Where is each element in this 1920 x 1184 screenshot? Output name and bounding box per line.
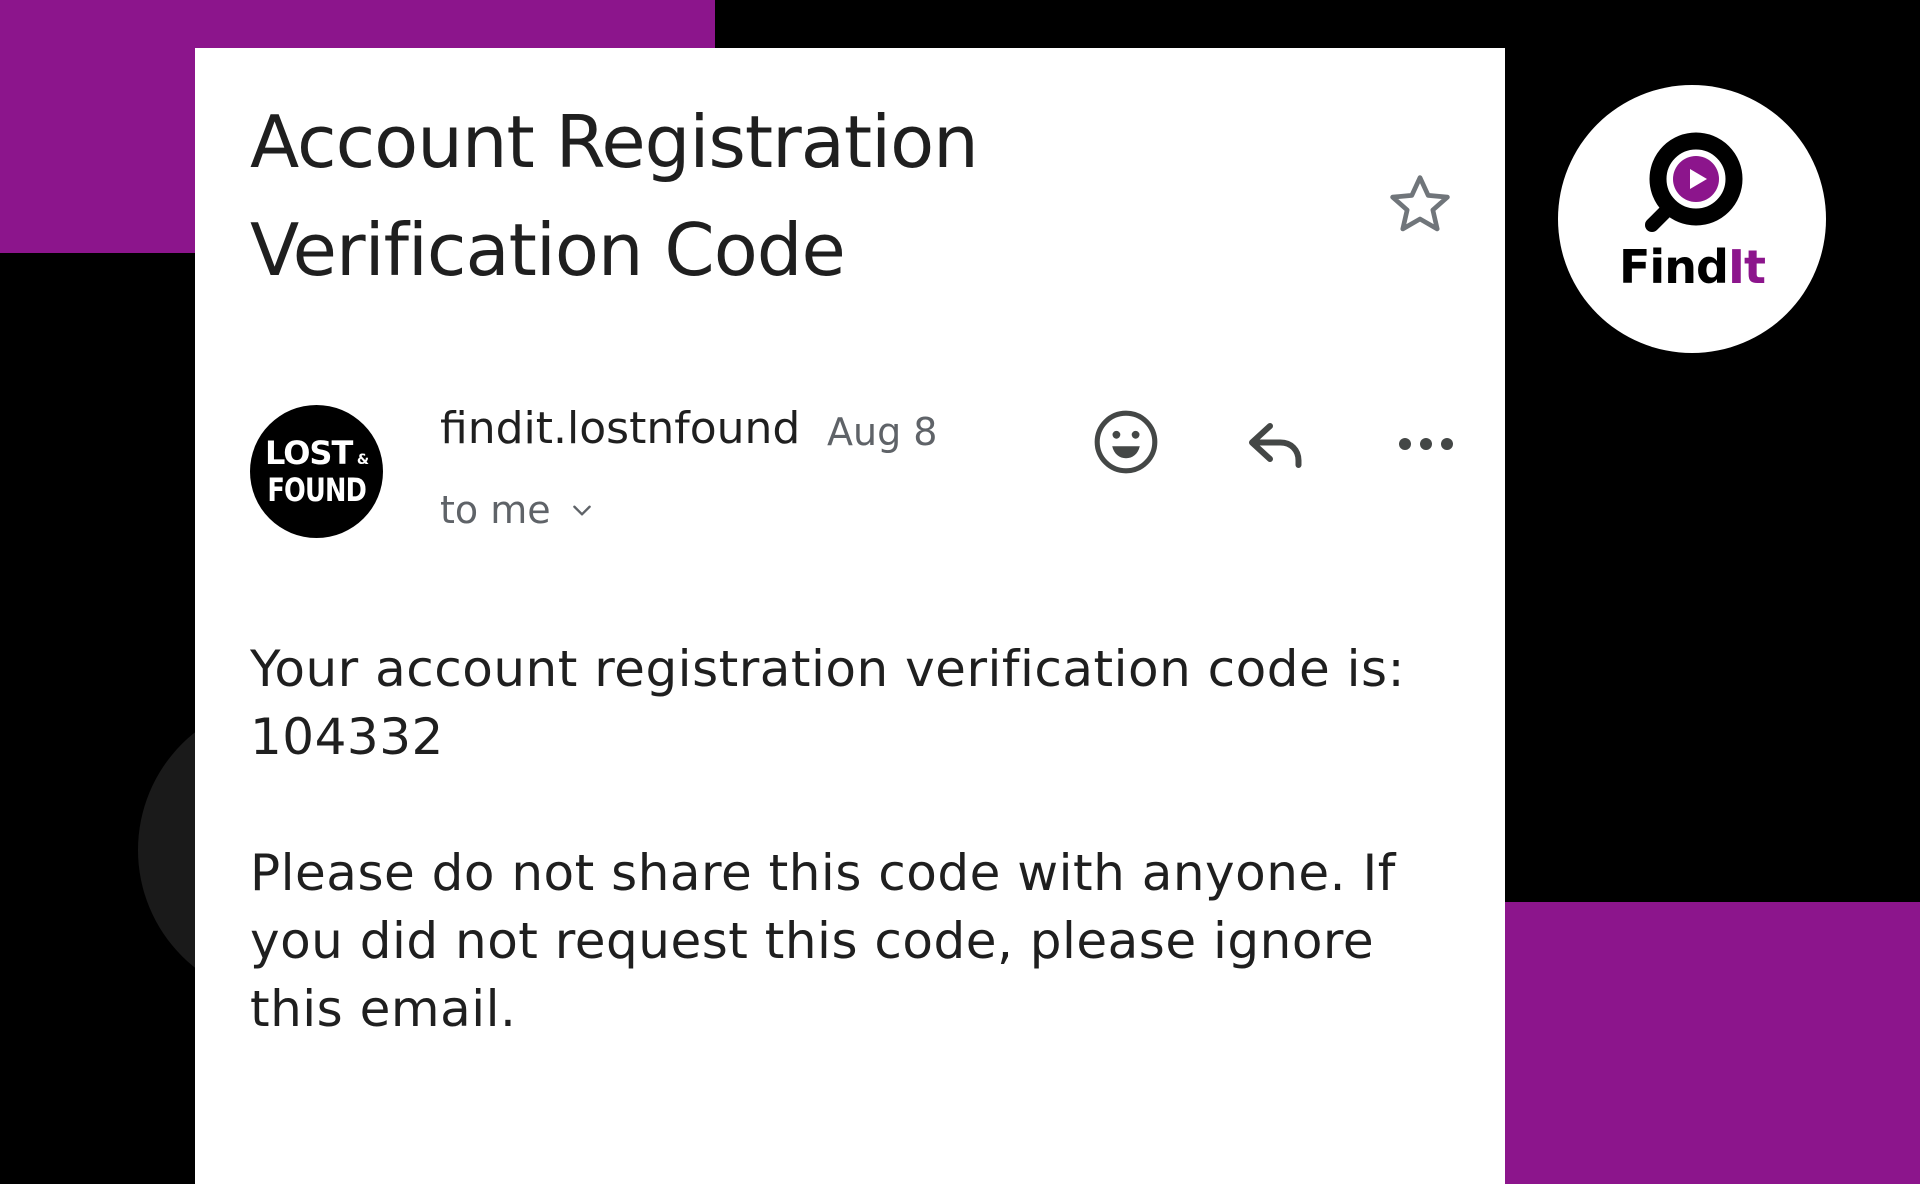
sender-name[interactable]: findit.lostnfound — [440, 403, 800, 454]
avatar-text-lost: LOST & — [264, 434, 369, 472]
chevron-down-icon — [572, 505, 591, 516]
body-code-intro: Your account registration verification c… — [250, 640, 1405, 698]
email-body: Your account registration verification c… — [250, 635, 1470, 1043]
verification-code: 104332 — [250, 708, 444, 766]
avatar-text-found: FOUND — [267, 471, 367, 509]
recipient-label: to me — [440, 488, 551, 532]
reply-icon[interactable] — [1240, 408, 1312, 480]
email-date: Aug 8 — [827, 410, 938, 454]
star-icon[interactable] — [1385, 170, 1455, 240]
findit-wordmark: FindIt — [1619, 240, 1766, 294]
recipient-details[interactable]: to me — [440, 488, 595, 532]
email-subject: Account Registration Verification Code — [250, 100, 979, 292]
background-purple-block-bottom — [1500, 902, 1920, 1184]
email-card: Account Registration Verification Code L… — [195, 48, 1505, 1184]
findit-magnifier-icon — [1645, 132, 1743, 232]
more-options-icon[interactable] — [1390, 408, 1462, 480]
sender-avatar: LOST & FOUND — [250, 405, 383, 538]
findit-logo: FindIt — [1558, 85, 1826, 353]
emoji-icon[interactable] — [1090, 406, 1162, 478]
body-warning: Please do not share this code with anyon… — [250, 844, 1396, 1038]
